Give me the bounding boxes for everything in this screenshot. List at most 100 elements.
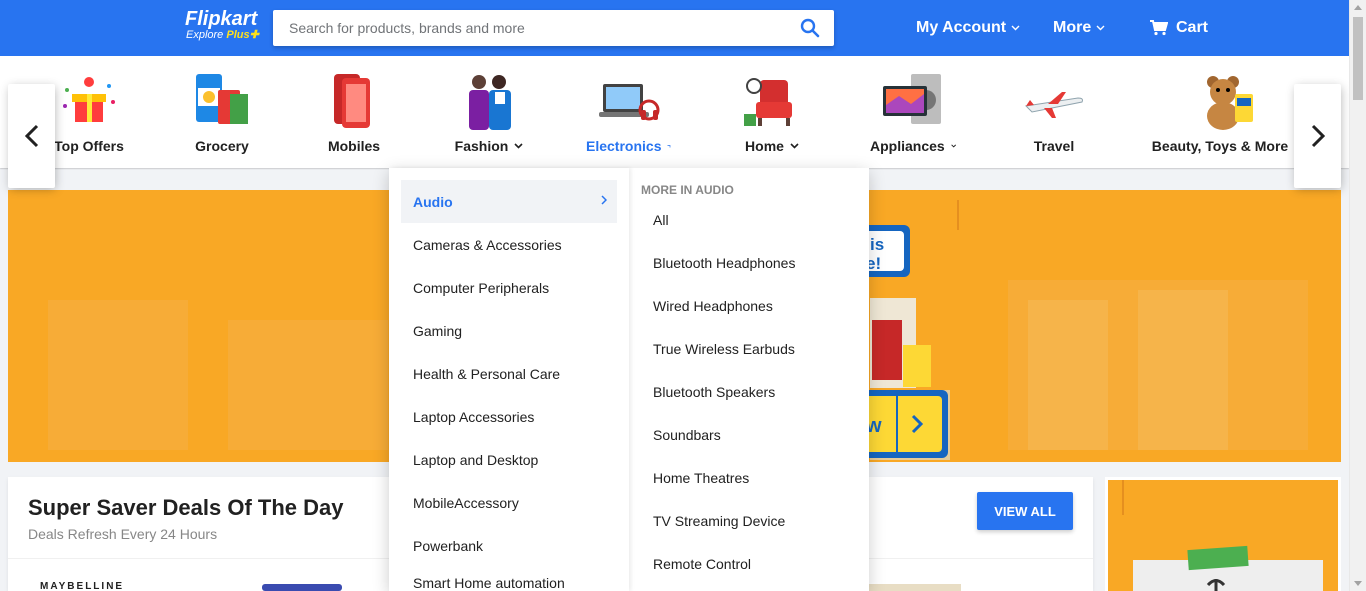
category-label: Grocery [195, 138, 249, 154]
laptop-icon [599, 84, 660, 121]
category-label: Fashion [454, 138, 524, 154]
category-electronics[interactable]: Electronics [586, 56, 672, 168]
cart-icon [1150, 20, 1168, 36]
chevron-down-icon [1011, 25, 1020, 31]
more-label: More [1053, 19, 1092, 36]
subcategory-label: Audio [413, 193, 453, 210]
my-account-menu[interactable]: My Account [916, 18, 1020, 38]
logo-sub-prefix: Explore [186, 29, 227, 41]
category-label: Top Offers [54, 138, 124, 154]
subcategory-laptop-accessories[interactable]: Laptop Accessories [401, 395, 617, 438]
chevron-down-icon [514, 143, 523, 149]
chevron-left-icon [24, 124, 38, 148]
subcategory-gaming[interactable]: Gaming [401, 309, 617, 352]
grocery-icon [196, 74, 248, 124]
banner-next-button[interactable] [1294, 84, 1341, 188]
search-button[interactable] [786, 10, 834, 46]
view-all-button[interactable]: VIEW ALL [977, 492, 1073, 530]
audio-item[interactable]: Bluetooth Speakers [653, 384, 775, 400]
tv-icon [883, 74, 941, 124]
fashion-icon [469, 75, 511, 130]
subcategory-smart-home[interactable]: Smart Home automation [401, 567, 617, 591]
category-label: Home [744, 138, 800, 154]
armchair-icon [744, 78, 792, 126]
audio-items-list: More in Audio All Bluetooth Headphones W… [629, 168, 869, 591]
category-top-offers[interactable]: Top Offers [52, 56, 126, 168]
subcategory-list: Audio Cameras & Accessories Computer Per… [389, 168, 629, 591]
cart-label: Cart [1176, 19, 1209, 36]
mobile-icon [334, 74, 370, 128]
category-travel[interactable]: Travel [1024, 56, 1083, 168]
search-input[interactable] [273, 10, 793, 46]
category-appliances[interactable]: Appliances [870, 56, 956, 168]
logo-name: Flipkart [185, 8, 258, 30]
flipkart-logo[interactable]: Flipkart Explore Plus✚ [185, 9, 260, 41]
category-label: Mobiles [327, 138, 381, 154]
category-mobiles[interactable]: Mobiles [322, 56, 386, 168]
deals-subtitle: Deals Refresh Every 24 Hours [28, 526, 218, 542]
subcategory-label: MobileAccessory [413, 494, 519, 511]
subcategory-audio[interactable]: Audio [401, 180, 617, 223]
chevron-down-icon [790, 143, 799, 149]
top-header: Flipkart Explore Plus✚ My Account More C… [0, 0, 1349, 56]
category-beauty-toys-more[interactable]: Beauty, Toys & More [1152, 56, 1294, 168]
subcategory-laptop-desktop[interactable]: Laptop and Desktop [401, 438, 617, 481]
page-scrollbar[interactable] [1349, 0, 1366, 591]
audio-item[interactable]: Bluetooth Headphones [653, 255, 795, 271]
logo-subtitle: Explore Plus✚ [186, 29, 260, 41]
chevron-down-icon [1096, 25, 1105, 31]
category-label: Electronics [586, 138, 672, 154]
audio-item[interactable]: Wired Headphones [653, 298, 773, 314]
category-grocery[interactable]: Grocery [189, 56, 255, 168]
product-thumbnail[interactable] [262, 584, 342, 591]
chevron-down-icon [950, 144, 956, 148]
search-icon [800, 18, 820, 38]
subcategory-label: Smart Home automation [413, 575, 565, 591]
subcategory-mobile-accessory[interactable]: MobileAccessory [401, 481, 617, 524]
chevron-up-icon [667, 145, 671, 148]
audio-item[interactable]: All [653, 212, 669, 228]
audio-item[interactable]: Home Theatres [653, 470, 749, 486]
subcategory-label: Health & Personal Care [413, 365, 561, 382]
category-home[interactable]: Home [744, 56, 800, 168]
category-label: Travel [1033, 138, 1075, 154]
banner-prev-button[interactable] [8, 84, 55, 188]
scroll-up-icon[interactable] [1354, 5, 1362, 10]
subcategory-label: Cameras & Accessories [413, 236, 562, 253]
subcategory-label: Laptop and Desktop [413, 451, 539, 468]
subcategory-label: Powerbank [413, 537, 484, 554]
product-brand-logo[interactable]: MAYBELLINE [40, 581, 124, 591]
plus-icon: ✚ [249, 29, 259, 41]
product-thumbnail[interactable] [868, 584, 961, 591]
deals-title: Super Saver Deals Of The Day [28, 495, 344, 520]
my-account-label: My Account [916, 19, 1007, 36]
subcategory-health-personal-care[interactable]: Health & Personal Care [401, 352, 617, 395]
audio-item[interactable]: Remote Control [653, 556, 751, 572]
audio-item[interactable]: Soundbars [653, 427, 721, 443]
side-ad-image [1108, 480, 1338, 591]
category-label: Beauty, Toys & More [1152, 138, 1294, 154]
banner-text-top: is [870, 235, 884, 254]
airplane-icon [1024, 92, 1083, 118]
side-ad-artwork [1122, 480, 1323, 591]
subcategory-computer-peripherals[interactable]: Computer Peripherals [401, 266, 617, 309]
audio-item[interactable]: TV Streaming Device [653, 513, 785, 529]
chevron-right-icon [601, 195, 607, 205]
subcategory-label: Gaming [413, 322, 463, 339]
side-advertisement[interactable] [1105, 477, 1341, 591]
electronics-dropdown-menu: Audio Cameras & Accessories Computer Per… [389, 168, 869, 591]
subcategory-cameras[interactable]: Cameras & Accessories [401, 223, 617, 266]
logo-sub-plus: Plus [226, 29, 250, 41]
scroll-down-icon[interactable] [1354, 581, 1362, 586]
teddy-bear-icon [1207, 76, 1253, 130]
cart-button[interactable]: Cart [1150, 18, 1208, 38]
subcategory-label: Computer Peripherals [413, 279, 550, 296]
subcategory-label: Laptop Accessories [413, 408, 535, 425]
subcategory-powerbank[interactable]: Powerbank [401, 524, 617, 567]
audio-item[interactable]: True Wireless Earbuds [653, 341, 795, 357]
category-fashion[interactable]: Fashion [454, 56, 524, 168]
scrollbar-thumb[interactable] [1353, 17, 1363, 100]
more-menu[interactable]: More [1053, 18, 1105, 38]
chevron-right-icon [1311, 124, 1325, 148]
gift-icon [63, 77, 115, 122]
